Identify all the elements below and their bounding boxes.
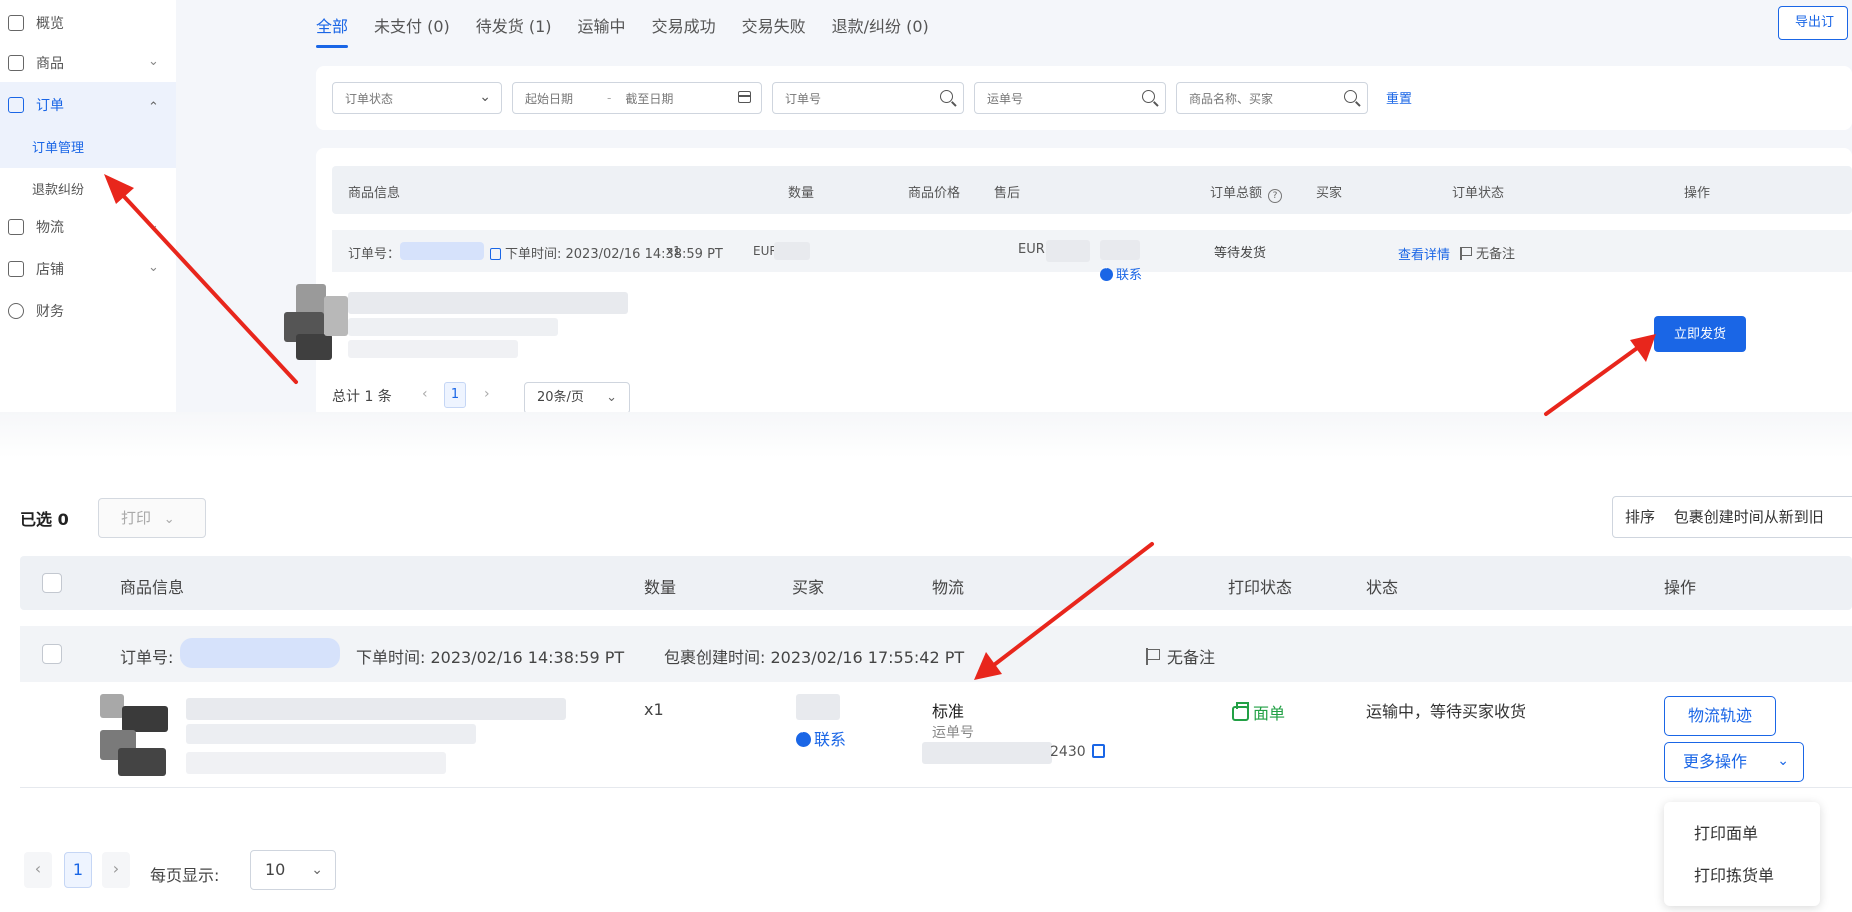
sidebar-item-store[interactable]: 店铺 ⌄ bbox=[0, 246, 176, 292]
flag-icon bbox=[1460, 247, 1472, 260]
sidebar: 概览 商品 ⌄ 订单 ⌃ 订单管理 退款纠纷 物流 ⌄ 店铺 ⌄ 财务 bbox=[0, 0, 176, 412]
order-status-select[interactable]: 订单状态 ⌄ bbox=[332, 82, 502, 114]
chat-icon bbox=[796, 728, 811, 747]
order-table: 商品信息 数量 商品价格 售后 订单总额? 买家 订单状态 操作 订单号：1 下… bbox=[284, 148, 1852, 412]
logistics-track-button[interactable]: 物流轨迹 bbox=[1664, 696, 1776, 736]
order-header-row: 订单号：1 下单时间: 2023/02/16 14:38:59 PT 无备注 bbox=[332, 230, 1852, 272]
date-range-picker[interactable]: 起始日期 - 截至日期 bbox=[512, 82, 762, 114]
prev-page-button[interactable]: ‹ bbox=[422, 386, 428, 402]
redacted-price bbox=[774, 242, 810, 260]
sort-select[interactable]: 排序 包裹创建时间从新到旧 bbox=[1612, 496, 1852, 538]
view-detail-link[interactable]: 查看详情 bbox=[1398, 244, 1450, 263]
chevron-up-icon: ⌃ bbox=[148, 100, 159, 115]
selected-count: 已选 0 bbox=[20, 510, 69, 529]
package-table-header: 商品信息 数量 买家 物流 打印状态 状态 操作 bbox=[20, 556, 1852, 610]
prev-page-button[interactable]: ‹ bbox=[24, 852, 52, 888]
next-page-button[interactable]: › bbox=[484, 386, 490, 402]
redacted-product-info bbox=[284, 284, 644, 360]
search-icon bbox=[1142, 90, 1155, 103]
order-total-header: 订单总额? bbox=[1210, 182, 1283, 203]
contact-buyer-link[interactable]: 联系 bbox=[796, 726, 846, 750]
more-actions-menu: 打印面单 打印拣货单 bbox=[1664, 802, 1820, 906]
search-icon bbox=[1344, 90, 1357, 103]
per-page-label: 每页显示: bbox=[150, 866, 220, 885]
sidebar-item-finance[interactable]: 财务 bbox=[0, 288, 176, 334]
next-page-button[interactable]: › bbox=[102, 852, 130, 888]
printer-icon bbox=[1232, 702, 1249, 721]
redacted-buyer bbox=[1100, 240, 1140, 260]
chevron-down-icon: ⌄ bbox=[606, 390, 617, 405]
print-dropdown[interactable]: 打印 ⌄ bbox=[98, 498, 206, 538]
goods-icon bbox=[8, 55, 24, 71]
flag-icon bbox=[1146, 648, 1161, 665]
per-page-select[interactable]: 10 ⌄ bbox=[250, 850, 336, 890]
redacted-order-number bbox=[400, 242, 484, 260]
search-icon bbox=[940, 90, 953, 103]
reset-link[interactable]: 重置 bbox=[1386, 88, 1412, 107]
menu-item-print-label[interactable]: 打印面单 bbox=[1694, 820, 1758, 844]
page-size-select[interactable]: 20条/页 ⌄ bbox=[524, 382, 630, 412]
redacted-order-number bbox=[180, 638, 340, 668]
tab-all[interactable]: 全部 bbox=[316, 0, 349, 50]
select-all-checkbox[interactable] bbox=[42, 573, 62, 593]
order-table-header: 商品信息 数量 商品价格 售后 订单总额? 买家 订单状态 操作 bbox=[332, 166, 1852, 214]
tracking-number: 2430 bbox=[1050, 744, 1105, 760]
order-list-panel: 概览 商品 ⌄ 订单 ⌃ 订单管理 退款纠纷 物流 ⌄ 店铺 ⌄ 财务 全部 未… bbox=[0, 0, 1852, 412]
menu-item-print-picklist[interactable]: 打印拣货单 bbox=[1694, 862, 1774, 886]
tab-success[interactable]: 交易成功 bbox=[652, 0, 716, 50]
redacted-product-info bbox=[100, 694, 630, 780]
page-1-button[interactable]: 1 bbox=[64, 852, 92, 888]
remark[interactable]: 无备注 bbox=[1460, 243, 1515, 262]
chevron-down-icon: ⌄ bbox=[1777, 753, 1789, 769]
order-icon bbox=[8, 97, 24, 113]
home-icon bbox=[8, 15, 24, 31]
copy-icon[interactable] bbox=[490, 248, 501, 260]
logistics-icon bbox=[8, 219, 24, 235]
chevron-down-icon: ⌄ bbox=[148, 260, 159, 275]
chevron-down-icon: ⌄ bbox=[148, 54, 159, 69]
page-1-button[interactable]: 1 bbox=[444, 382, 466, 408]
redacted-tracking-number bbox=[922, 742, 1052, 764]
sidebar-item-goods[interactable]: 商品 ⌄ bbox=[0, 40, 176, 86]
help-icon[interactable]: ? bbox=[1268, 189, 1283, 203]
order-time: 下单时间: 2023/02/16 14:38:59 PT bbox=[490, 243, 723, 262]
sidebar-subitem-order-manage[interactable]: 订单管理 bbox=[0, 124, 176, 168]
copy-icon[interactable] bbox=[1091, 744, 1105, 758]
sidebar-item-logistics[interactable]: 物流 ⌄ bbox=[0, 204, 176, 250]
order-status-tabs: 全部 未支付 (0) 待发货 (1) 运输中 交易成功 交易失败 退款/纠纷 (… bbox=[316, 0, 955, 50]
total-count: 总计 1 条 bbox=[332, 389, 392, 405]
filter-bar: 订单状态 ⌄ 起始日期 - 截至日期 订单号 运单号 商品名称、买家 重置 bbox=[316, 66, 1852, 130]
chevron-down-icon: ⌄ bbox=[311, 862, 323, 878]
tab-in-transit[interactable]: 运输中 bbox=[578, 0, 626, 50]
tab-unpaid[interactable]: 未支付 (0) bbox=[374, 0, 450, 50]
tab-to-ship[interactable]: 待发货 (1) bbox=[476, 0, 552, 50]
calendar-icon bbox=[738, 91, 751, 103]
store-icon bbox=[8, 261, 24, 277]
chat-icon bbox=[1100, 264, 1113, 281]
finance-icon bbox=[8, 303, 24, 319]
panel-divider bbox=[0, 412, 1852, 458]
sidebar-item-orders[interactable]: 订单 ⌃ bbox=[0, 82, 176, 128]
chevron-down-icon: ⌄ bbox=[148, 218, 159, 233]
remark[interactable]: 无备注 bbox=[1146, 644, 1215, 668]
order-number-input[interactable]: 订单号 bbox=[772, 82, 964, 114]
package-order-row: 订单号: 下单时间: 2023/02/16 14:38:59 PT 包裹创建时间… bbox=[20, 626, 1852, 682]
export-button[interactable]: 导出订 bbox=[1778, 6, 1848, 40]
package-list-panel: 已选 0 打印 ⌄ 排序 包裹创建时间从新到旧 商品信息 数量 买家 物流 打印… bbox=[0, 458, 1852, 912]
contact-buyer-link[interactable]: 联系 bbox=[1100, 264, 1142, 283]
ship-now-button[interactable]: 立即发货 bbox=[1654, 316, 1746, 352]
product-buyer-input[interactable]: 商品名称、买家 bbox=[1176, 82, 1368, 114]
tracking-number-input[interactable]: 运单号 bbox=[974, 82, 1166, 114]
print-status: 面单 bbox=[1232, 700, 1285, 724]
chevron-down-icon: ⌄ bbox=[479, 89, 491, 105]
redacted-total bbox=[1046, 240, 1090, 262]
package-product-row: x1 联系 标准 运单号 2430 面单 运输中，等待买家收货 物流轨迹 bbox=[20, 682, 1852, 788]
order-checkbox[interactable] bbox=[42, 644, 62, 664]
tab-refund-dispute[interactable]: 退款/纠纷 (0) bbox=[832, 0, 929, 50]
tab-failed[interactable]: 交易失败 bbox=[742, 0, 806, 50]
more-actions-button[interactable]: 更多操作 ⌄ bbox=[1664, 742, 1804, 782]
redacted-buyer bbox=[796, 694, 840, 720]
chevron-down-icon: ⌄ bbox=[163, 512, 175, 527]
